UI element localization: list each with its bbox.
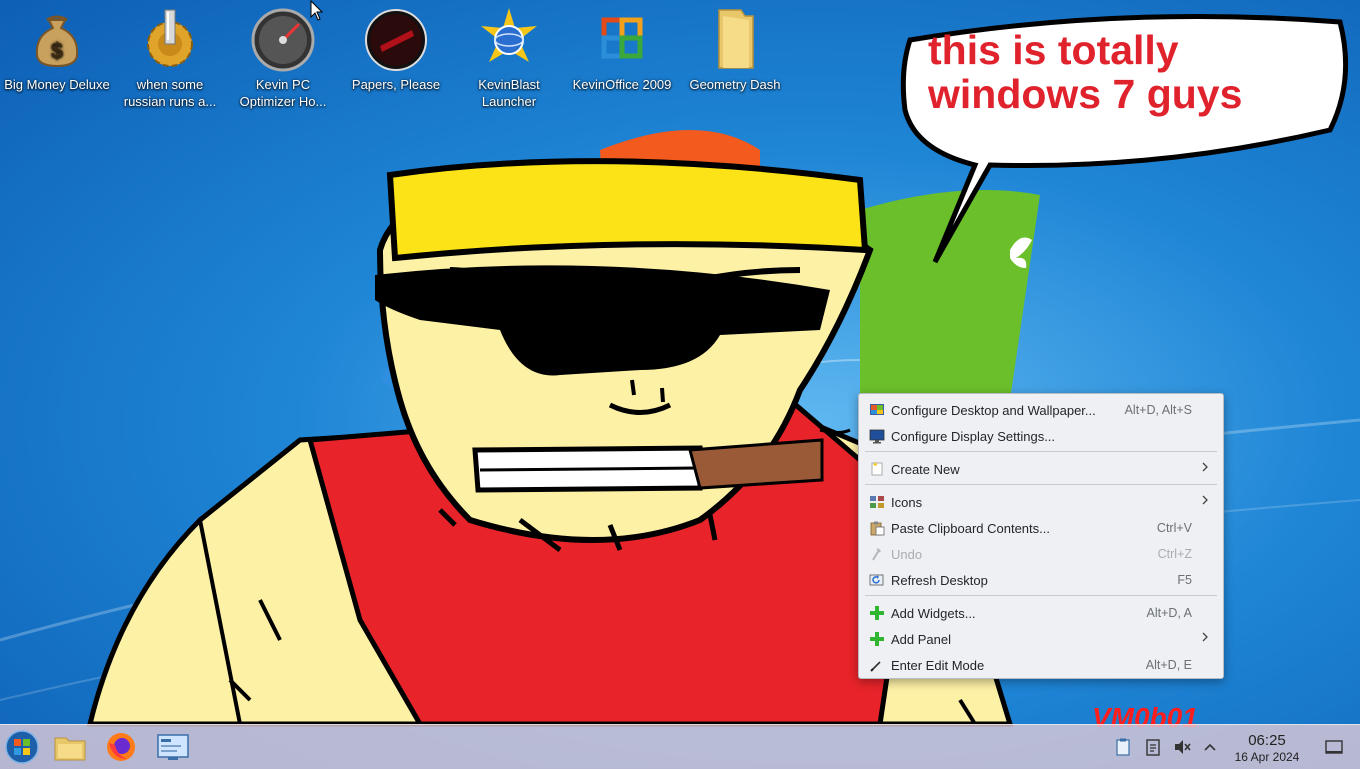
clock-date: 16 Apr 2024 <box>1234 750 1300 764</box>
desktop-icon-label: KevinBlast Launcher <box>478 77 540 109</box>
menu-item-refresh-desktop[interactable]: Refresh Desktop F5 <box>859 567 1223 593</box>
menu-item-label: Create New <box>891 462 960 477</box>
paste-icon <box>870 521 885 536</box>
show-desktop-icon[interactable] <box>1324 737 1344 757</box>
menu-item-label: Undo <box>891 547 923 562</box>
menu-item-add-panel[interactable]: Add Panel <box>859 626 1223 652</box>
menu-separator <box>865 451 1217 452</box>
office-logo-icon <box>601 17 643 59</box>
submenu-arrow-icon <box>1202 495 1208 505</box>
menu-item-shortcut: F5 <box>1177 573 1192 587</box>
menu-item-shortcut: Ctrl+V <box>1156 521 1192 535</box>
clock-time: 06:25 <box>1248 732 1286 749</box>
desktop-icon-russian[interactable]: when some russian runs a... <box>115 6 225 110</box>
desktop-icon-big-money-deluxe[interactable]: $ Big Money Deluxe <box>2 6 112 93</box>
menu-item-label: Refresh Desktop <box>891 573 988 588</box>
speedometer-icon <box>251 8 315 72</box>
menu-item-paste[interactable]: Paste Clipboard Contents... Ctrl+V <box>859 515 1223 541</box>
menu-item-label: Add Panel <box>891 632 951 647</box>
menu-separator <box>865 595 1217 596</box>
menu-item-label: Enter Edit Mode <box>891 658 985 673</box>
svg-text:$: $ <box>51 38 63 63</box>
clock[interactable]: 06:25 16 Apr 2024 <box>1228 732 1306 764</box>
menu-item-enter-edit-mode[interactable]: Enter Edit Mode Alt+D, E <box>859 652 1223 678</box>
papers-please-icon <box>365 9 427 71</box>
icons-grid-icon <box>870 496 884 508</box>
menu-item-icons[interactable]: Icons <box>859 489 1223 515</box>
folder-icon <box>718 9 754 69</box>
globe-star-icon <box>481 8 537 62</box>
speech-bubble-text: this is totally windows 7 guys <box>928 28 1328 116</box>
desktop-icon-label: when some russian runs a... <box>123 77 217 109</box>
submenu-arrow-icon <box>1202 632 1208 642</box>
speech-bubble-line-1: this is totally <box>928 27 1179 73</box>
menu-item-label: Configure Desktop and Wallpaper... <box>891 403 1096 418</box>
plus-icon <box>870 606 884 620</box>
notes-icon[interactable] <box>1143 737 1163 757</box>
menu-item-label: Configure Display Settings... <box>891 429 1056 444</box>
tray-expand-icon[interactable] <box>1200 737 1220 757</box>
new-item-icon <box>871 462 883 476</box>
desktop-icon-label: Kevin PC Optimizer Ho... <box>239 77 327 109</box>
file-manager-icon[interactable] <box>52 729 88 765</box>
desktop-icon-label: Papers, Please <box>351 77 441 92</box>
menu-item-configure-desktop[interactable]: Configure Desktop and Wallpaper... Alt+D… <box>859 397 1223 423</box>
desktop-context-menu: Configure Desktop and Wallpaper... Alt+D… <box>858 393 1224 679</box>
desktop-icon-label: Geometry Dash <box>689 77 781 92</box>
refresh-icon <box>869 574 884 586</box>
desktop-icon-kevinoffice-2009[interactable]: KevinOffice 2009 <box>567 6 677 93</box>
menu-item-shortcut: Ctrl+Z <box>1157 547 1192 561</box>
edit-mode-icon <box>870 661 881 672</box>
desktop-icon-kevin-pc-optimizer[interactable]: Kevin PC Optimizer Ho... <box>228 6 338 110</box>
menu-item-shortcut: Alt+D, E <box>1145 658 1192 672</box>
display-icon <box>869 429 885 444</box>
system-settings-icon[interactable] <box>155 729 191 765</box>
desktop-icon-kevinblast-launcher[interactable]: KevinBlast Launcher <box>454 6 564 110</box>
volume-muted-icon[interactable] <box>1172 737 1192 757</box>
firefox-icon[interactable] <box>103 729 139 765</box>
menu-separator <box>865 484 1217 485</box>
taskbar: 06:25 16 Apr 2024 <box>0 724 1360 769</box>
menu-item-label: Icons <box>891 495 923 510</box>
clipboard-icon[interactable] <box>1113 737 1133 757</box>
gear-icon <box>147 9 193 67</box>
menu-item-add-widgets[interactable]: Add Widgets... Alt+D, A <box>859 600 1223 626</box>
menu-item-configure-display[interactable]: Configure Display Settings... <box>859 423 1223 449</box>
desktop-icon-geometry-dash[interactable]: Geometry Dash <box>680 6 790 93</box>
start-orb-icon[interactable] <box>4 729 40 765</box>
desktop-icon-papers-please[interactable]: Papers, Please <box>341 6 451 93</box>
menu-item-create-new[interactable]: Create New <box>859 456 1223 482</box>
plus-icon <box>870 632 884 646</box>
menu-item-shortcut: Alt+D, A <box>1146 606 1192 620</box>
desktop-icon-label: Big Money Deluxe <box>4 77 110 92</box>
undo-icon <box>872 548 881 561</box>
money-bag-icon: $ <box>35 15 79 68</box>
speech-bubble-line-2: windows 7 guys <box>928 71 1243 117</box>
menu-item-shortcut: Alt+D, Alt+S <box>1124 403 1192 417</box>
menu-item-label: Add Widgets... <box>891 606 976 621</box>
desktop-icon-label: KevinOffice 2009 <box>572 77 672 92</box>
submenu-arrow-icon <box>1202 462 1208 472</box>
menu-item-label: Paste Clipboard Contents... <box>891 521 1050 536</box>
desktop-wallpaper-icon <box>870 404 884 415</box>
menu-item-undo[interactable]: Undo Ctrl+Z <box>859 541 1223 567</box>
